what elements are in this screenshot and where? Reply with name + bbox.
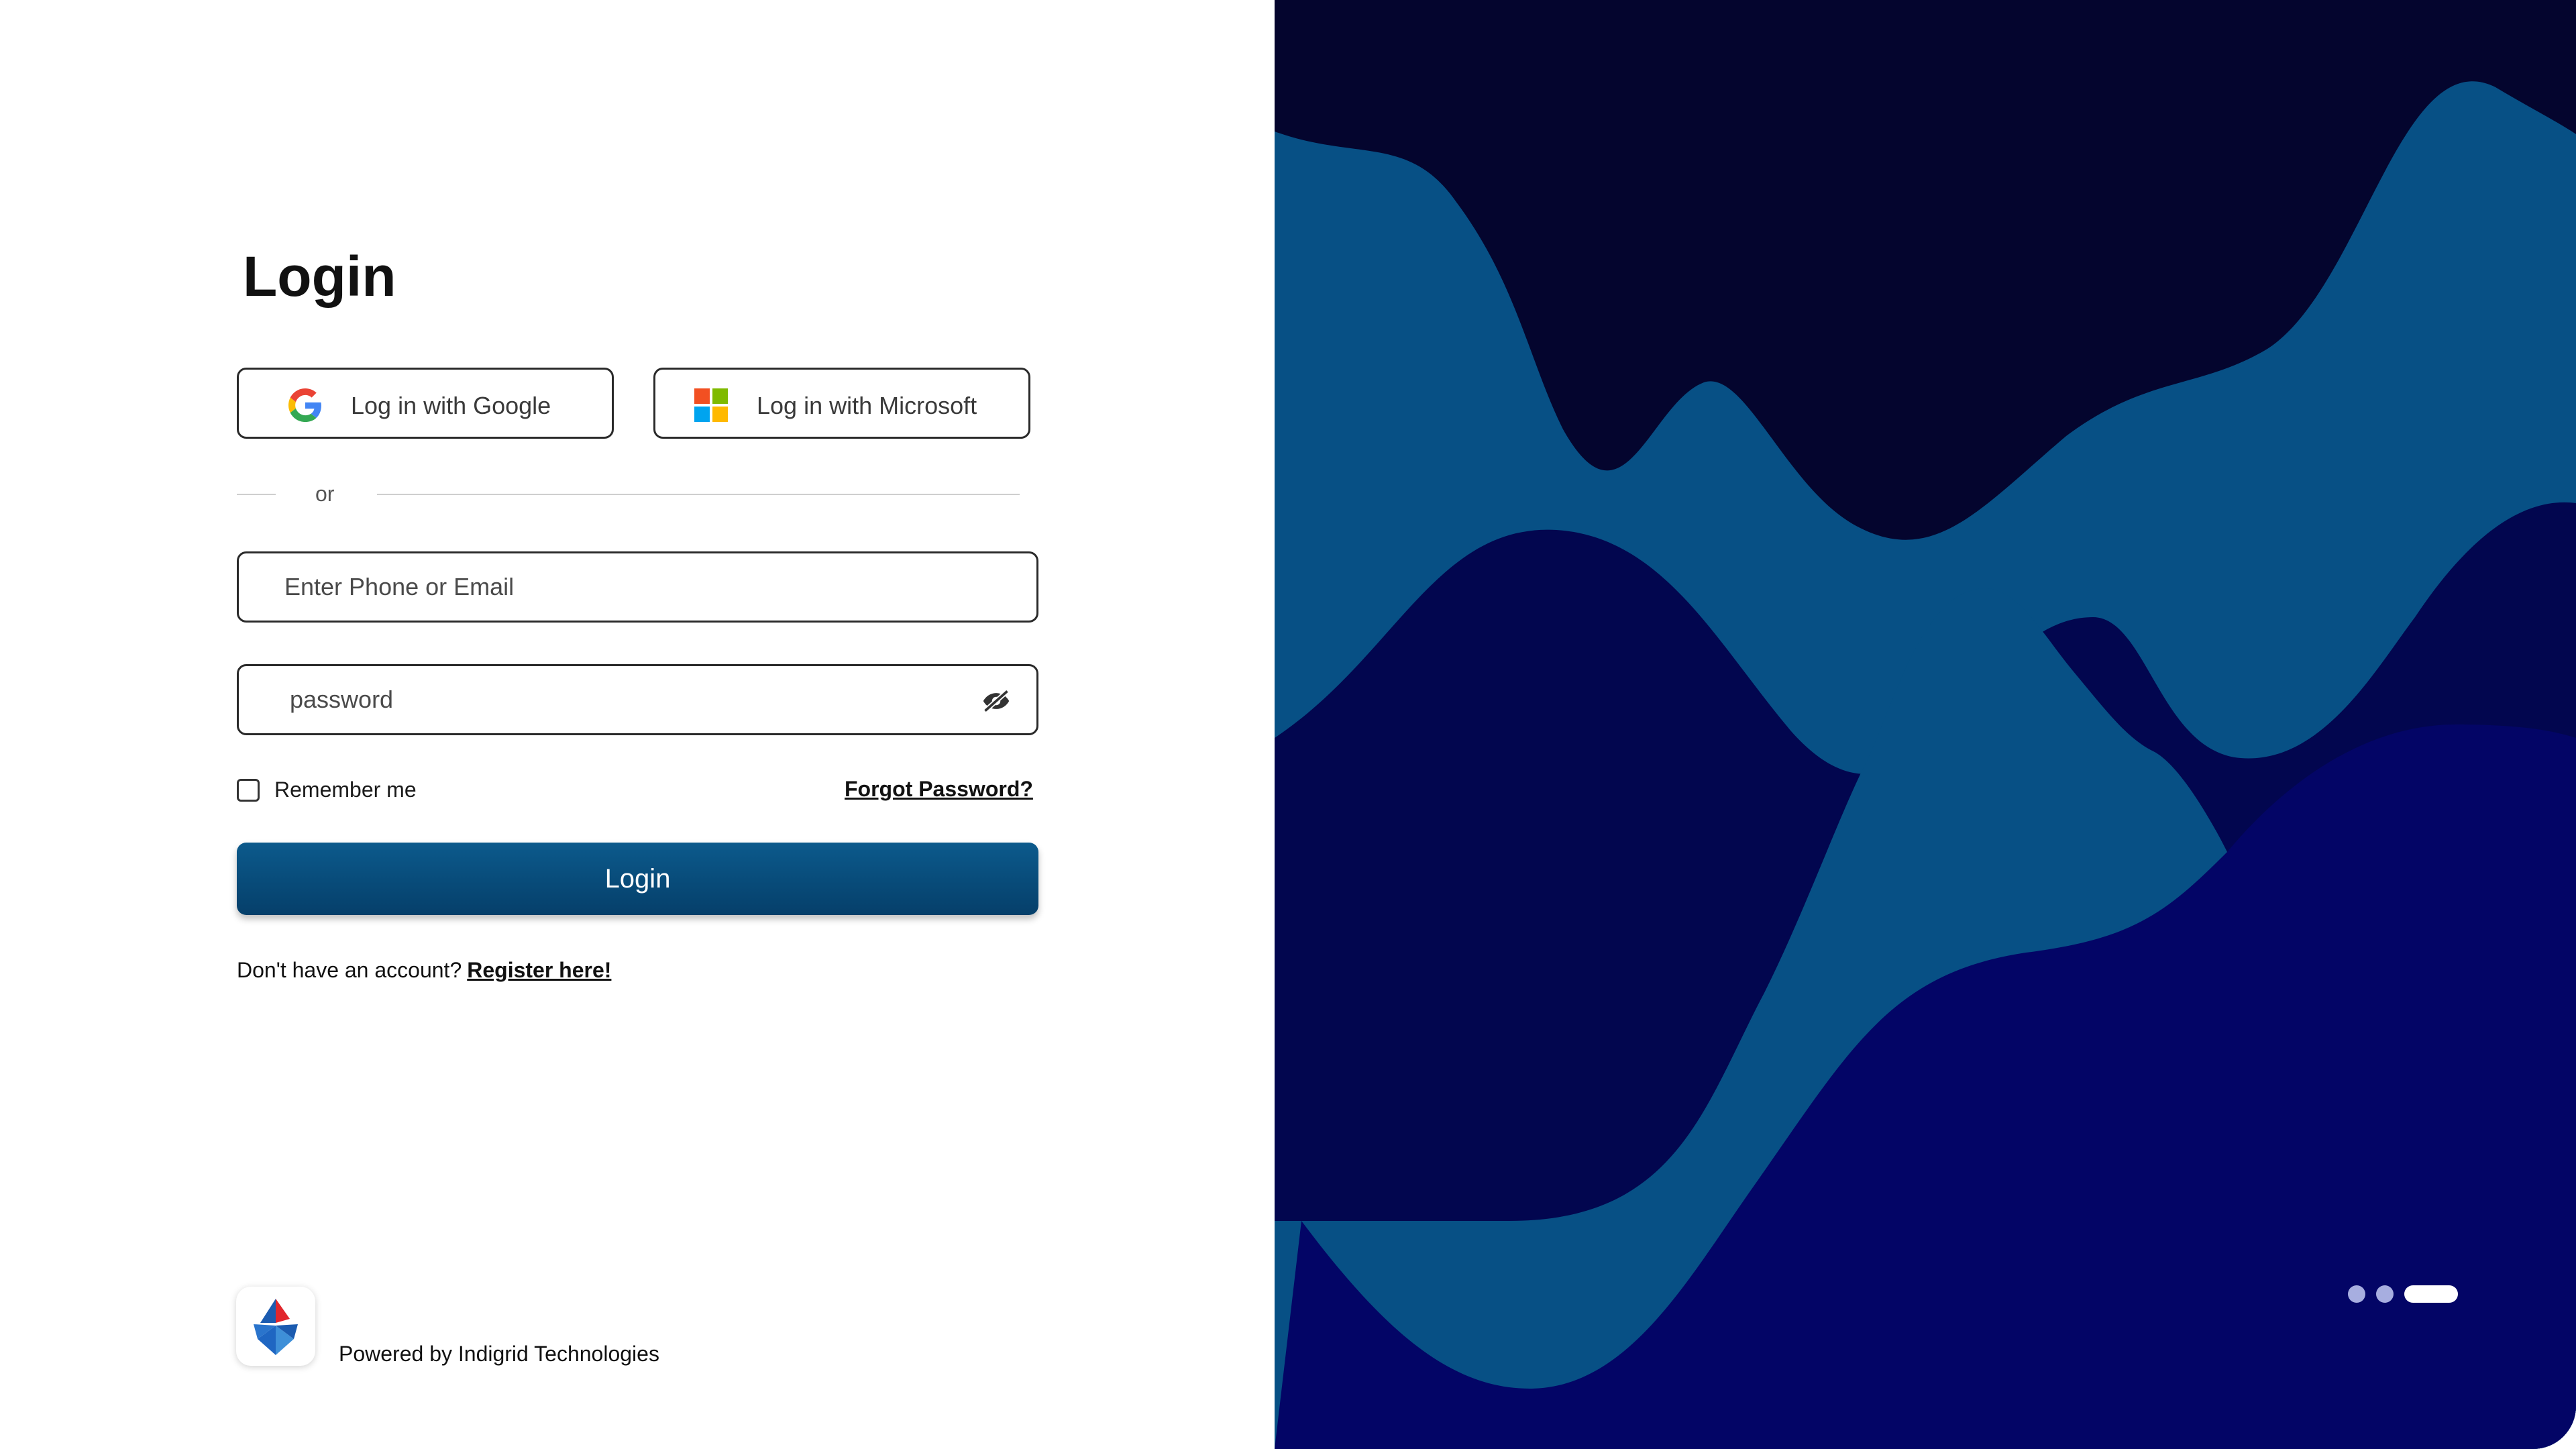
email-field[interactable] xyxy=(239,553,1036,621)
carousel-dot-3-active[interactable] xyxy=(2404,1285,2458,1303)
microsoft-login-label: Log in with Microsoft xyxy=(757,392,977,419)
divider-line-right xyxy=(377,494,1020,495)
login-panel: Login Log in with Google Log in with Mic… xyxy=(0,0,1275,1449)
carousel-dot-2[interactable] xyxy=(2376,1285,2394,1303)
divider-text: or xyxy=(315,482,335,506)
microsoft-icon xyxy=(694,388,728,422)
google-icon xyxy=(288,388,321,422)
register-link[interactable]: Register here! xyxy=(467,958,611,982)
divider-line-left xyxy=(237,494,276,495)
remember-me-label: Remember me xyxy=(274,777,417,802)
password-field[interactable] xyxy=(239,666,1036,733)
remember-me[interactable]: Remember me xyxy=(237,777,417,802)
carousel-dot-1[interactable] xyxy=(2348,1285,2365,1303)
google-login-button[interactable]: Log in with Google xyxy=(237,368,614,439)
google-login-label: Log in with Google xyxy=(351,392,551,419)
wave-illustration xyxy=(1275,0,2576,1449)
indigrid-logo xyxy=(236,1287,315,1366)
password-field-wrapper xyxy=(237,664,1038,735)
login-button[interactable]: Login xyxy=(237,843,1038,915)
indigrid-logo-icon xyxy=(254,1299,298,1355)
microsoft-login-button[interactable]: Log in with Microsoft xyxy=(653,368,1030,439)
register-prompt-line: Don't have an account? Register here! xyxy=(237,958,611,983)
carousel-indicators xyxy=(2348,1285,2458,1303)
page-title: Login xyxy=(243,245,396,308)
eye-off-icon[interactable] xyxy=(981,686,1011,716)
register-prompt: Don't have an account? xyxy=(237,958,462,982)
hero-illustration-panel xyxy=(1275,0,2576,1449)
email-field-wrapper xyxy=(237,551,1038,623)
remember-me-checkbox[interactable] xyxy=(237,778,260,802)
powered-by-text: Powered by Indigrid Technologies xyxy=(339,1342,659,1366)
forgot-password-link[interactable]: Forgot Password? xyxy=(845,777,1033,802)
